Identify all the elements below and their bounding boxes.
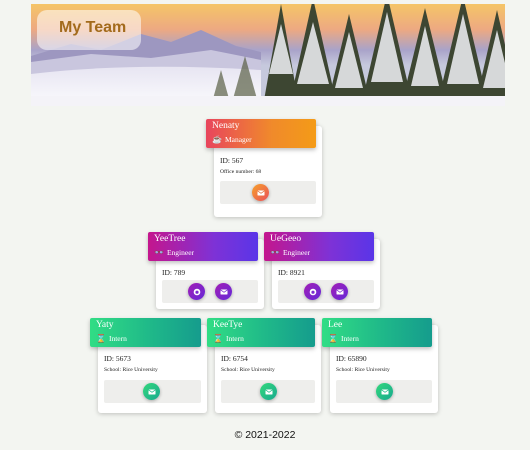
intern-card: KeeTye ⌛ Intern ID: 6754 School: Rice Un… — [207, 318, 321, 413]
manager-card-header: Nenaty ☕ Manager — [206, 119, 316, 148]
glasses-icon: 👓 — [270, 247, 280, 257]
intern-card: Lee ⌛ Intern ID: 65890 School: Rice Univ… — [322, 318, 438, 413]
email-button[interactable] — [143, 383, 160, 400]
office-number: Office number: 68 — [220, 169, 262, 175]
role-label: Engineer — [166, 248, 195, 257]
email-icon — [264, 389, 273, 394]
card-actions — [221, 380, 315, 403]
employee-id: ID: 8921 — [278, 268, 305, 277]
page-title: My Team — [59, 19, 127, 36]
header-banner: My Team — [31, 4, 505, 106]
copyright-text: © 2021-2022 — [234, 429, 296, 441]
card-actions — [336, 380, 432, 403]
intern-card-header: KeeTye ⌛ Intern — [207, 318, 315, 347]
employee-role: ☕ Manager — [212, 135, 252, 144]
engineer-card: YeeTree 👓 Engineer ID: 789 — [148, 232, 264, 309]
email-button[interactable] — [252, 184, 269, 201]
employee-name: Lee — [328, 320, 343, 330]
mug-icon: ☕ — [212, 134, 222, 144]
glasses-icon: 👓 — [154, 247, 164, 257]
graduation-icon: ⌛ — [96, 333, 106, 343]
employee-role: ⌛ Intern — [96, 334, 127, 343]
graduation-icon: ⌛ — [328, 333, 338, 343]
email-icon — [147, 389, 156, 394]
brand-badge: My Team — [37, 10, 141, 50]
graduation-icon: ⌛ — [213, 333, 223, 343]
email-icon — [256, 190, 265, 195]
email-button[interactable] — [376, 383, 393, 400]
engineer-card-header: UeGeeo 👓 Engineer — [264, 232, 374, 261]
employee-name: Nenaty — [212, 121, 240, 131]
role-label: Intern — [108, 334, 127, 343]
github-icon — [309, 288, 316, 295]
engineer-card-header: YeeTree 👓 Engineer — [148, 232, 258, 261]
employee-role: ⌛ Intern — [213, 334, 244, 343]
card-actions — [162, 280, 258, 303]
employee-name: UeGeeo — [270, 234, 302, 244]
engineer-card: UeGeeo 👓 Engineer ID: 8921 — [264, 232, 380, 309]
employee-role: 👓 Engineer — [154, 248, 194, 257]
github-icon — [193, 288, 200, 295]
employee-role: ⌛ Intern — [328, 334, 359, 343]
email-icon — [335, 289, 344, 294]
intern-card-header: Lee ⌛ Intern — [322, 318, 432, 347]
employee-id: ID: 65890 — [336, 354, 367, 363]
employee-role: 👓 Engineer — [270, 248, 310, 257]
school-name: School: Rice University — [221, 367, 275, 373]
employee-id: ID: 567 — [220, 156, 244, 165]
school-name: School: Rice University — [104, 367, 158, 373]
employee-id: ID: 6754 — [221, 354, 248, 363]
intern-card-header: Yaty ⌛ Intern — [90, 318, 201, 347]
employee-id: ID: 789 — [162, 268, 186, 277]
email-icon — [380, 389, 389, 394]
card-actions — [278, 280, 374, 303]
email-button[interactable] — [215, 283, 232, 300]
intern-card: Yaty ⌛ Intern ID: 5673 School: Rice Univ… — [90, 318, 207, 413]
email-icon — [219, 289, 228, 294]
role-label: Manager — [224, 135, 252, 144]
employee-id: ID: 5673 — [104, 354, 131, 363]
github-button[interactable] — [304, 283, 321, 300]
card-actions — [104, 380, 201, 403]
employee-name: Yaty — [96, 320, 114, 330]
email-button[interactable] — [331, 283, 348, 300]
employee-name: YeeTree — [154, 234, 186, 244]
role-label: Engineer — [282, 248, 311, 257]
email-button[interactable] — [260, 383, 277, 400]
school-name: School: Rice University — [336, 367, 390, 373]
role-label: Intern — [340, 334, 359, 343]
role-label: Intern — [225, 334, 244, 343]
github-button[interactable] — [188, 283, 205, 300]
employee-name: KeeTye — [213, 320, 243, 330]
manager-card: Nenaty ☕ Manager ID: 567 Office number: … — [206, 119, 322, 217]
card-actions — [220, 181, 316, 204]
